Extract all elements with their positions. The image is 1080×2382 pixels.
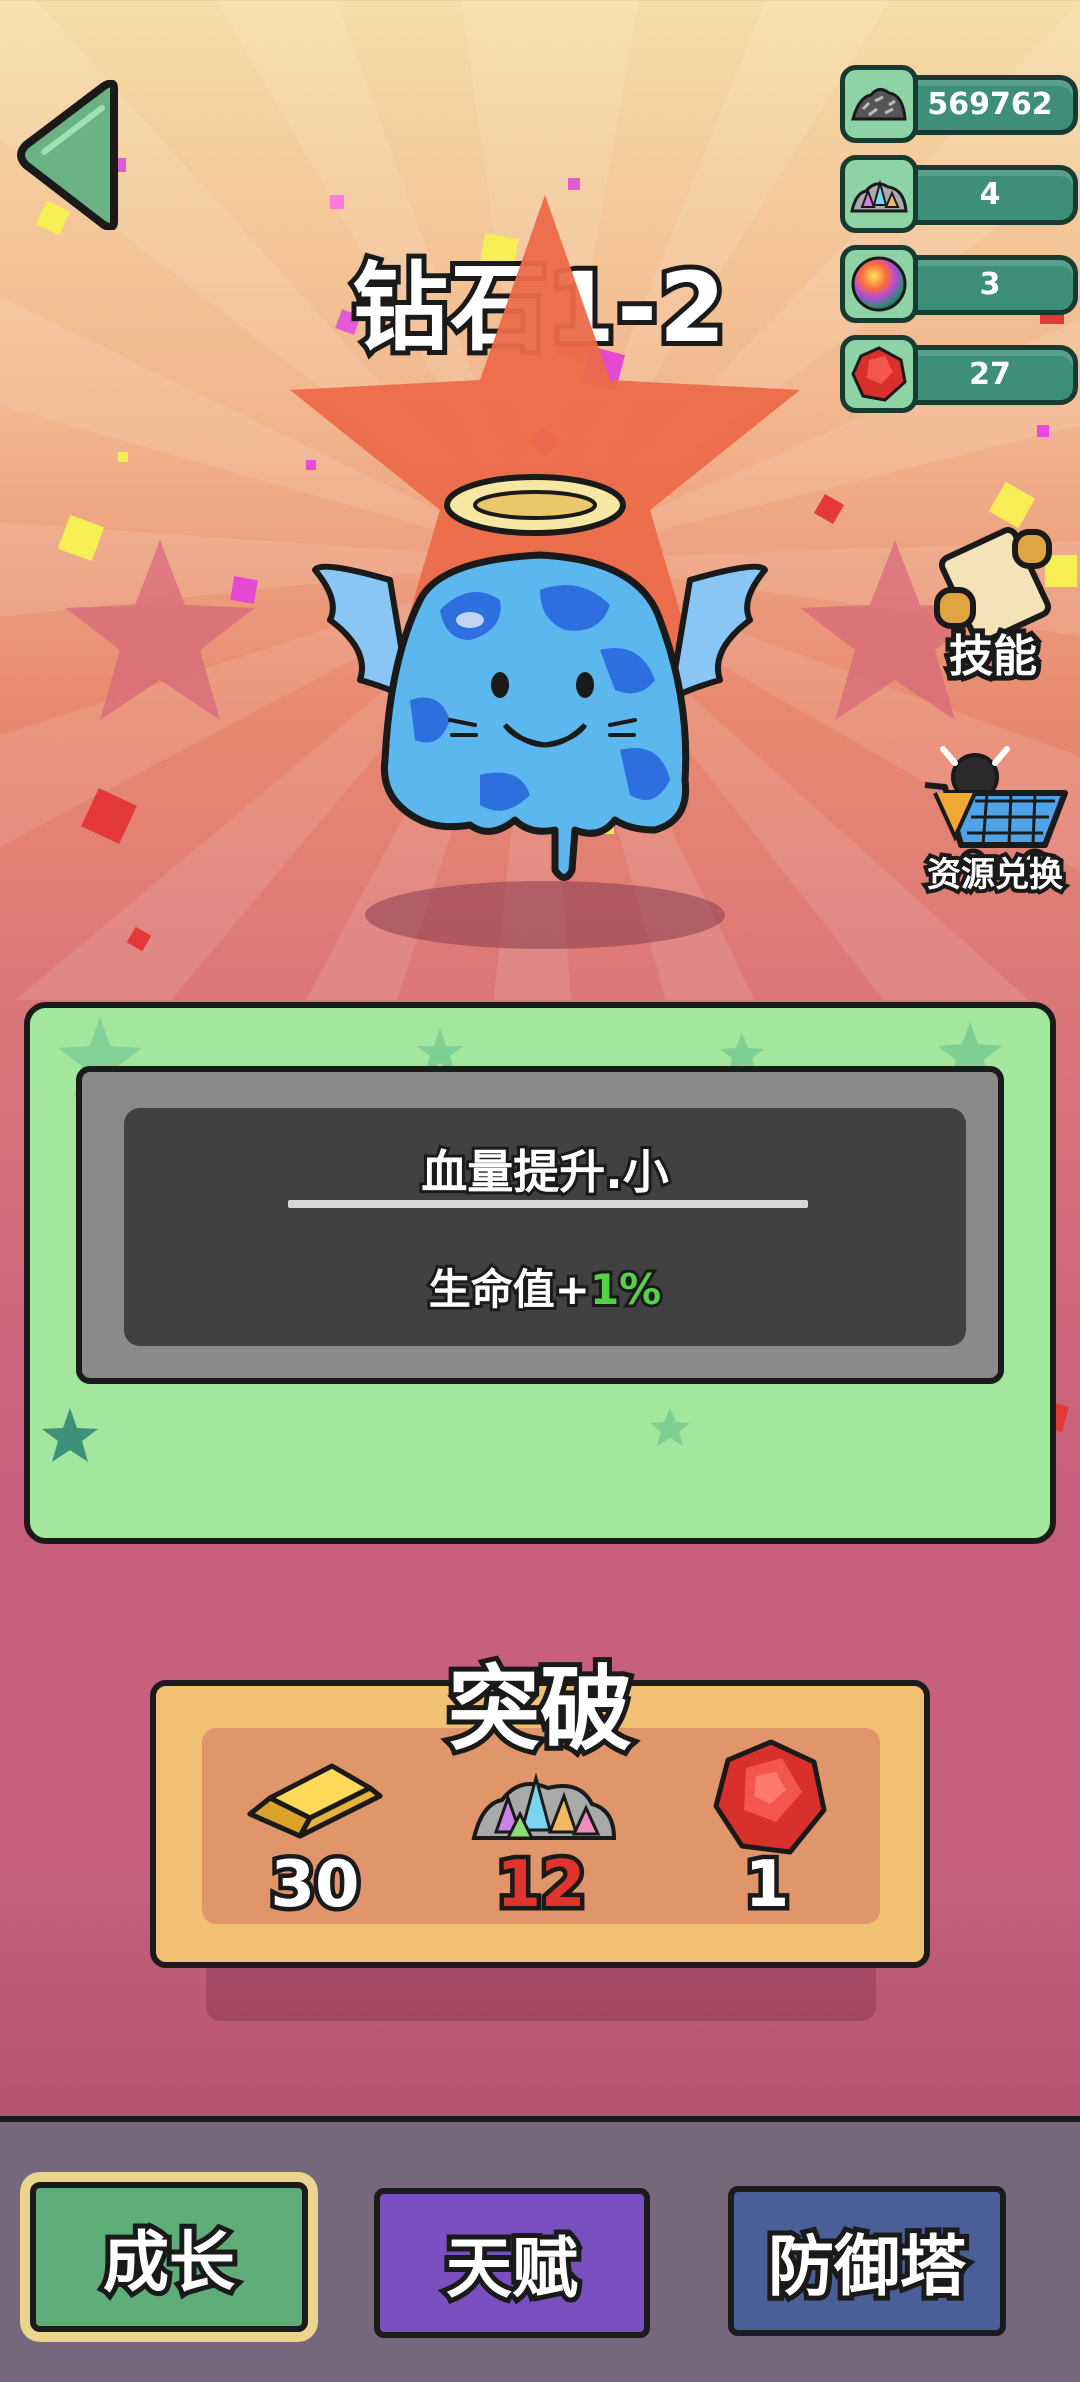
resource-stone-value: 569762	[927, 87, 1053, 122]
divider	[288, 1200, 808, 1208]
resource-exchange-button[interactable]: 资源兑换	[910, 745, 1080, 899]
skill-desc-value: 1%	[587, 1262, 664, 1317]
tab-defense-tower[interactable]: 防御塔	[728, 2186, 1006, 2336]
tab-growth-label: 成长	[98, 2219, 240, 2306]
breakthrough-title: 突破	[443, 1651, 637, 1768]
skill-info-content: 血量提升.小 生命值+1%	[124, 1108, 966, 1346]
cost-gold-amount: 30	[266, 1844, 364, 1927]
tab-talent[interactable]: 天赋	[374, 2188, 650, 2338]
bottom-nav: 成长 天赋 防御塔	[0, 2116, 1080, 2382]
skill-desc-prefix: 生命值+	[426, 1262, 593, 1317]
skill-description: 生命值+1%	[124, 1256, 966, 1317]
resource-stone-counter: 569762	[840, 65, 1080, 145]
tab-defense-tower-label: 防御塔	[763, 2223, 971, 2310]
cost-gem-amount: 1	[740, 1844, 794, 1927]
resource-exchange-label: 资源兑换	[923, 851, 1067, 899]
skill-button[interactable]: 技能	[908, 520, 1078, 687]
tab-growth[interactable]: 成长	[30, 2182, 308, 2332]
stone-pile-icon	[840, 65, 918, 143]
skill-name: 血量提升.小	[418, 1142, 671, 1202]
cost-crystal-amount: 12	[492, 1844, 590, 1927]
tab-talent-label: 天赋	[441, 2225, 583, 2312]
skill-info-frame: 血量提升.小 生命值+1%	[76, 1066, 1004, 1384]
skill-info-panel: 血量提升.小 生命值+1%	[24, 1002, 1056, 1544]
